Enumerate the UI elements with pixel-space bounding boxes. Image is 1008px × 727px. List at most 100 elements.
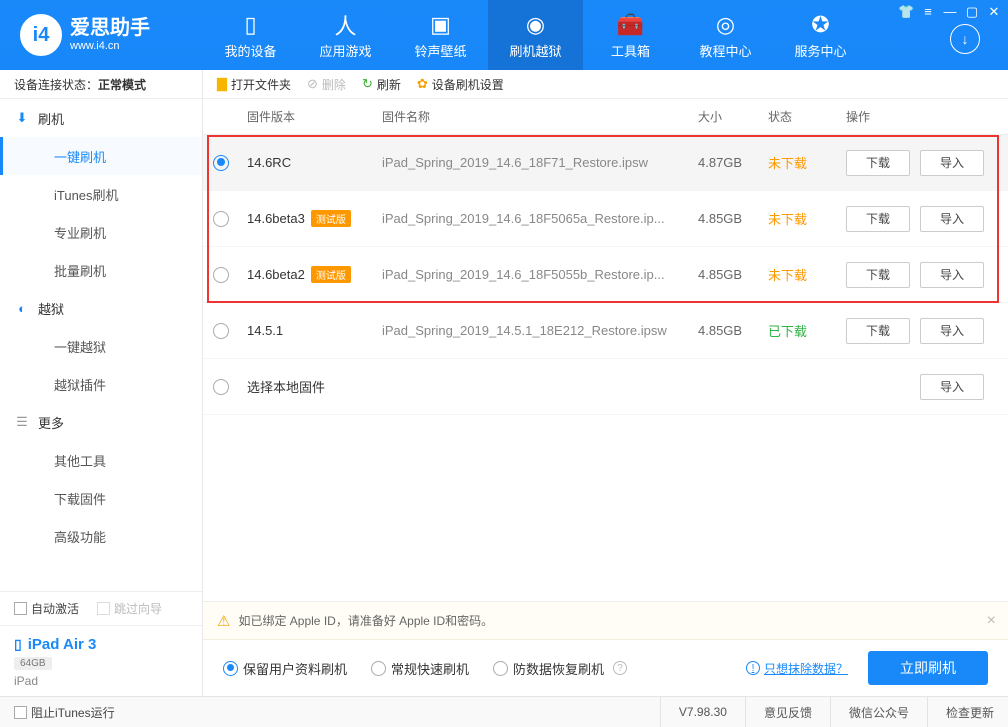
sidebar-item-download-fw[interactable]: 下载固件: [0, 479, 202, 517]
app-url: www.i4.cn: [70, 39, 150, 53]
download-manager-button[interactable]: ↓: [950, 24, 980, 54]
sidebar-group-more[interactable]: ☰更多: [0, 403, 202, 441]
nav-my-device[interactable]: ▯我的设备: [203, 0, 298, 70]
jailbreak-icon: ◐: [14, 301, 30, 316]
notice-close-button[interactable]: ×: [987, 612, 996, 630]
wechat-link[interactable]: 微信公众号: [830, 697, 927, 727]
import-button[interactable]: 导入: [920, 150, 984, 176]
app-header: i4 爱思助手 www.i4.cn ▯我的设备 人应用游戏 ▣铃声壁纸 ◉刷机越…: [0, 0, 1008, 70]
flash-now-button[interactable]: 立即刷机: [868, 651, 988, 685]
maximize-icon[interactable]: ▢: [964, 4, 980, 20]
delete-icon: ⊘: [307, 76, 318, 92]
device-info: ▯iPad Air 3 64GB iPad: [0, 625, 202, 696]
main-panel: ▇打开文件夹 ⊘删除 ↻刷新 ✿设备刷机设置 固件版本 固件名称 大小 状态 操…: [203, 70, 1008, 696]
menu-icon[interactable]: ≡: [920, 4, 936, 20]
connection-status: 设备连接状态：正常模式: [0, 70, 202, 99]
import-button[interactable]: 导入: [920, 318, 984, 344]
table-row-local[interactable]: 选择本地固件 导入: [203, 359, 1008, 415]
nav-toolbox[interactable]: 🧰工具箱: [583, 0, 678, 70]
device-storage: 64GB: [14, 657, 52, 670]
row-radio[interactable]: [213, 155, 229, 171]
settings-button[interactable]: ✿设备刷机设置: [417, 76, 504, 93]
apps-icon: 人: [334, 11, 356, 39]
sidebar-item-oneclick-flash[interactable]: 一键刷机: [0, 137, 202, 175]
auto-activate-checkbox[interactable]: 自动激活: [14, 600, 79, 617]
table-row[interactable]: 14.6RC iPad_Spring_2019_14.6_18F71_Resto…: [203, 135, 1008, 191]
col-ops: 操作: [838, 108, 1008, 125]
col-size: 大小: [698, 108, 768, 125]
row-radio[interactable]: [213, 323, 229, 339]
warning-icon: ⚠: [217, 612, 230, 630]
check-update-link[interactable]: 检查更新: [927, 697, 994, 727]
nav-flash-jailbreak[interactable]: ◉刷机越狱: [488, 0, 583, 70]
import-button[interactable]: 导入: [920, 206, 984, 232]
skin-icon[interactable]: 👕: [898, 4, 914, 20]
nav-tutorial[interactable]: ◎教程中心: [678, 0, 773, 70]
download-button[interactable]: 下载: [846, 150, 910, 176]
minimize-icon[interactable]: —: [942, 4, 958, 20]
download-button[interactable]: 下载: [846, 206, 910, 232]
sidebar-item-batch-flash[interactable]: 批量刷机: [0, 251, 202, 289]
close-icon[interactable]: ✕: [986, 4, 1002, 20]
col-name: 固件名称: [382, 108, 698, 125]
col-status: 状态: [768, 108, 838, 125]
refresh-icon: ↻: [362, 76, 373, 92]
sidebar-group-flash[interactable]: ⬇刷机: [0, 99, 202, 137]
sidebar: 设备连接状态：正常模式 ⬇刷机 一键刷机 iTunes刷机 专业刷机 批量刷机 …: [0, 70, 203, 696]
status-bar: 阻止iTunes运行 V7.98.30 意见反馈 微信公众号 检查更新: [0, 696, 1008, 727]
shield-icon: ◉: [526, 11, 545, 39]
app-logo-icon: i4: [20, 14, 62, 56]
open-folder-button[interactable]: ▇打开文件夹: [217, 76, 291, 93]
table-row[interactable]: 14.6beta2测试版 iPad_Spring_2019_14.6_18F50…: [203, 247, 1008, 303]
import-button[interactable]: 导入: [920, 374, 984, 400]
nav-tabs: ▯我的设备 人应用游戏 ▣铃声壁纸 ◉刷机越狱 🧰工具箱 ◎教程中心 ✪服务中心: [203, 0, 868, 70]
table-row[interactable]: 14.6beta3测试版 iPad_Spring_2019_14.6_18F50…: [203, 191, 1008, 247]
row-radio[interactable]: [213, 211, 229, 227]
more-icon: ☰: [14, 414, 30, 430]
sidebar-item-advanced[interactable]: 高级功能: [0, 517, 202, 555]
row-radio[interactable]: [213, 267, 229, 283]
flash-action-row: 保留用户资料刷机 常规快速刷机 防数据恢复刷机? !只想抹除数据？ 立即刷机: [203, 640, 1008, 696]
version-label: V7.98.30: [660, 697, 745, 727]
flash-option-keep-data[interactable]: 保留用户资料刷机: [223, 659, 347, 678]
nav-apps-games[interactable]: 人应用游戏: [298, 0, 393, 70]
toolbar: ▇打开文件夹 ⊘删除 ↻刷新 ✿设备刷机设置: [203, 70, 1008, 99]
sidebar-item-jb-plugins[interactable]: 越狱插件: [0, 365, 202, 403]
erase-only-link[interactable]: !只想抹除数据？: [742, 660, 848, 677]
help-icon[interactable]: ?: [613, 661, 627, 675]
flash-icon: ⬇: [14, 110, 30, 126]
flash-option-antirecover[interactable]: 防数据恢复刷机?: [493, 659, 627, 678]
download-button[interactable]: 下载: [846, 318, 910, 344]
sidebar-item-oneclick-jb[interactable]: 一键越狱: [0, 327, 202, 365]
notice-bar: ⚠ 如已绑定 Apple ID，请准备好 Apple ID和密码。 ×: [203, 602, 1008, 640]
compass-icon: ✪: [811, 11, 829, 39]
book-icon: ◎: [716, 11, 735, 39]
table-row[interactable]: 14.5.1 iPad_Spring_2019_14.5.1_18E212_Re…: [203, 303, 1008, 359]
row-radio[interactable]: [213, 379, 229, 395]
col-version: 固件版本: [247, 108, 382, 125]
block-itunes-checkbox[interactable]: 阻止iTunes运行: [14, 704, 115, 721]
sidebar-item-pro-flash[interactable]: 专业刷机: [0, 213, 202, 251]
delete-button[interactable]: ⊘删除: [307, 76, 346, 93]
nav-ringtone-wallpaper[interactable]: ▣铃声壁纸: [393, 0, 488, 70]
import-button[interactable]: 导入: [920, 262, 984, 288]
toolbox-icon: 🧰: [617, 11, 644, 39]
media-icon: ▣: [430, 11, 451, 39]
app-title: 爱思助手: [70, 17, 150, 39]
gear-icon: ✿: [417, 76, 428, 92]
feedback-link[interactable]: 意见反馈: [745, 697, 830, 727]
sidebar-item-other-tools[interactable]: 其他工具: [0, 441, 202, 479]
sidebar-item-itunes-flash[interactable]: iTunes刷机: [0, 175, 202, 213]
phone-icon: ▯: [244, 11, 256, 39]
skip-guide-checkbox[interactable]: 跳过向导: [97, 600, 162, 617]
window-controls: 👕 ≡ — ▢ ✕: [898, 4, 1002, 20]
device-icon: ▯: [14, 636, 22, 653]
nav-service[interactable]: ✪服务中心: [773, 0, 868, 70]
download-button[interactable]: 下载: [846, 262, 910, 288]
device-name: iPad Air 3: [28, 636, 97, 653]
table-header: 固件版本 固件名称 大小 状态 操作: [203, 99, 1008, 135]
refresh-button[interactable]: ↻刷新: [362, 76, 401, 93]
flash-option-normal[interactable]: 常规快速刷机: [371, 659, 469, 678]
sidebar-group-jailbreak[interactable]: ◐越狱: [0, 289, 202, 327]
firmware-rows: 14.6RC iPad_Spring_2019_14.6_18F71_Resto…: [203, 135, 1008, 601]
